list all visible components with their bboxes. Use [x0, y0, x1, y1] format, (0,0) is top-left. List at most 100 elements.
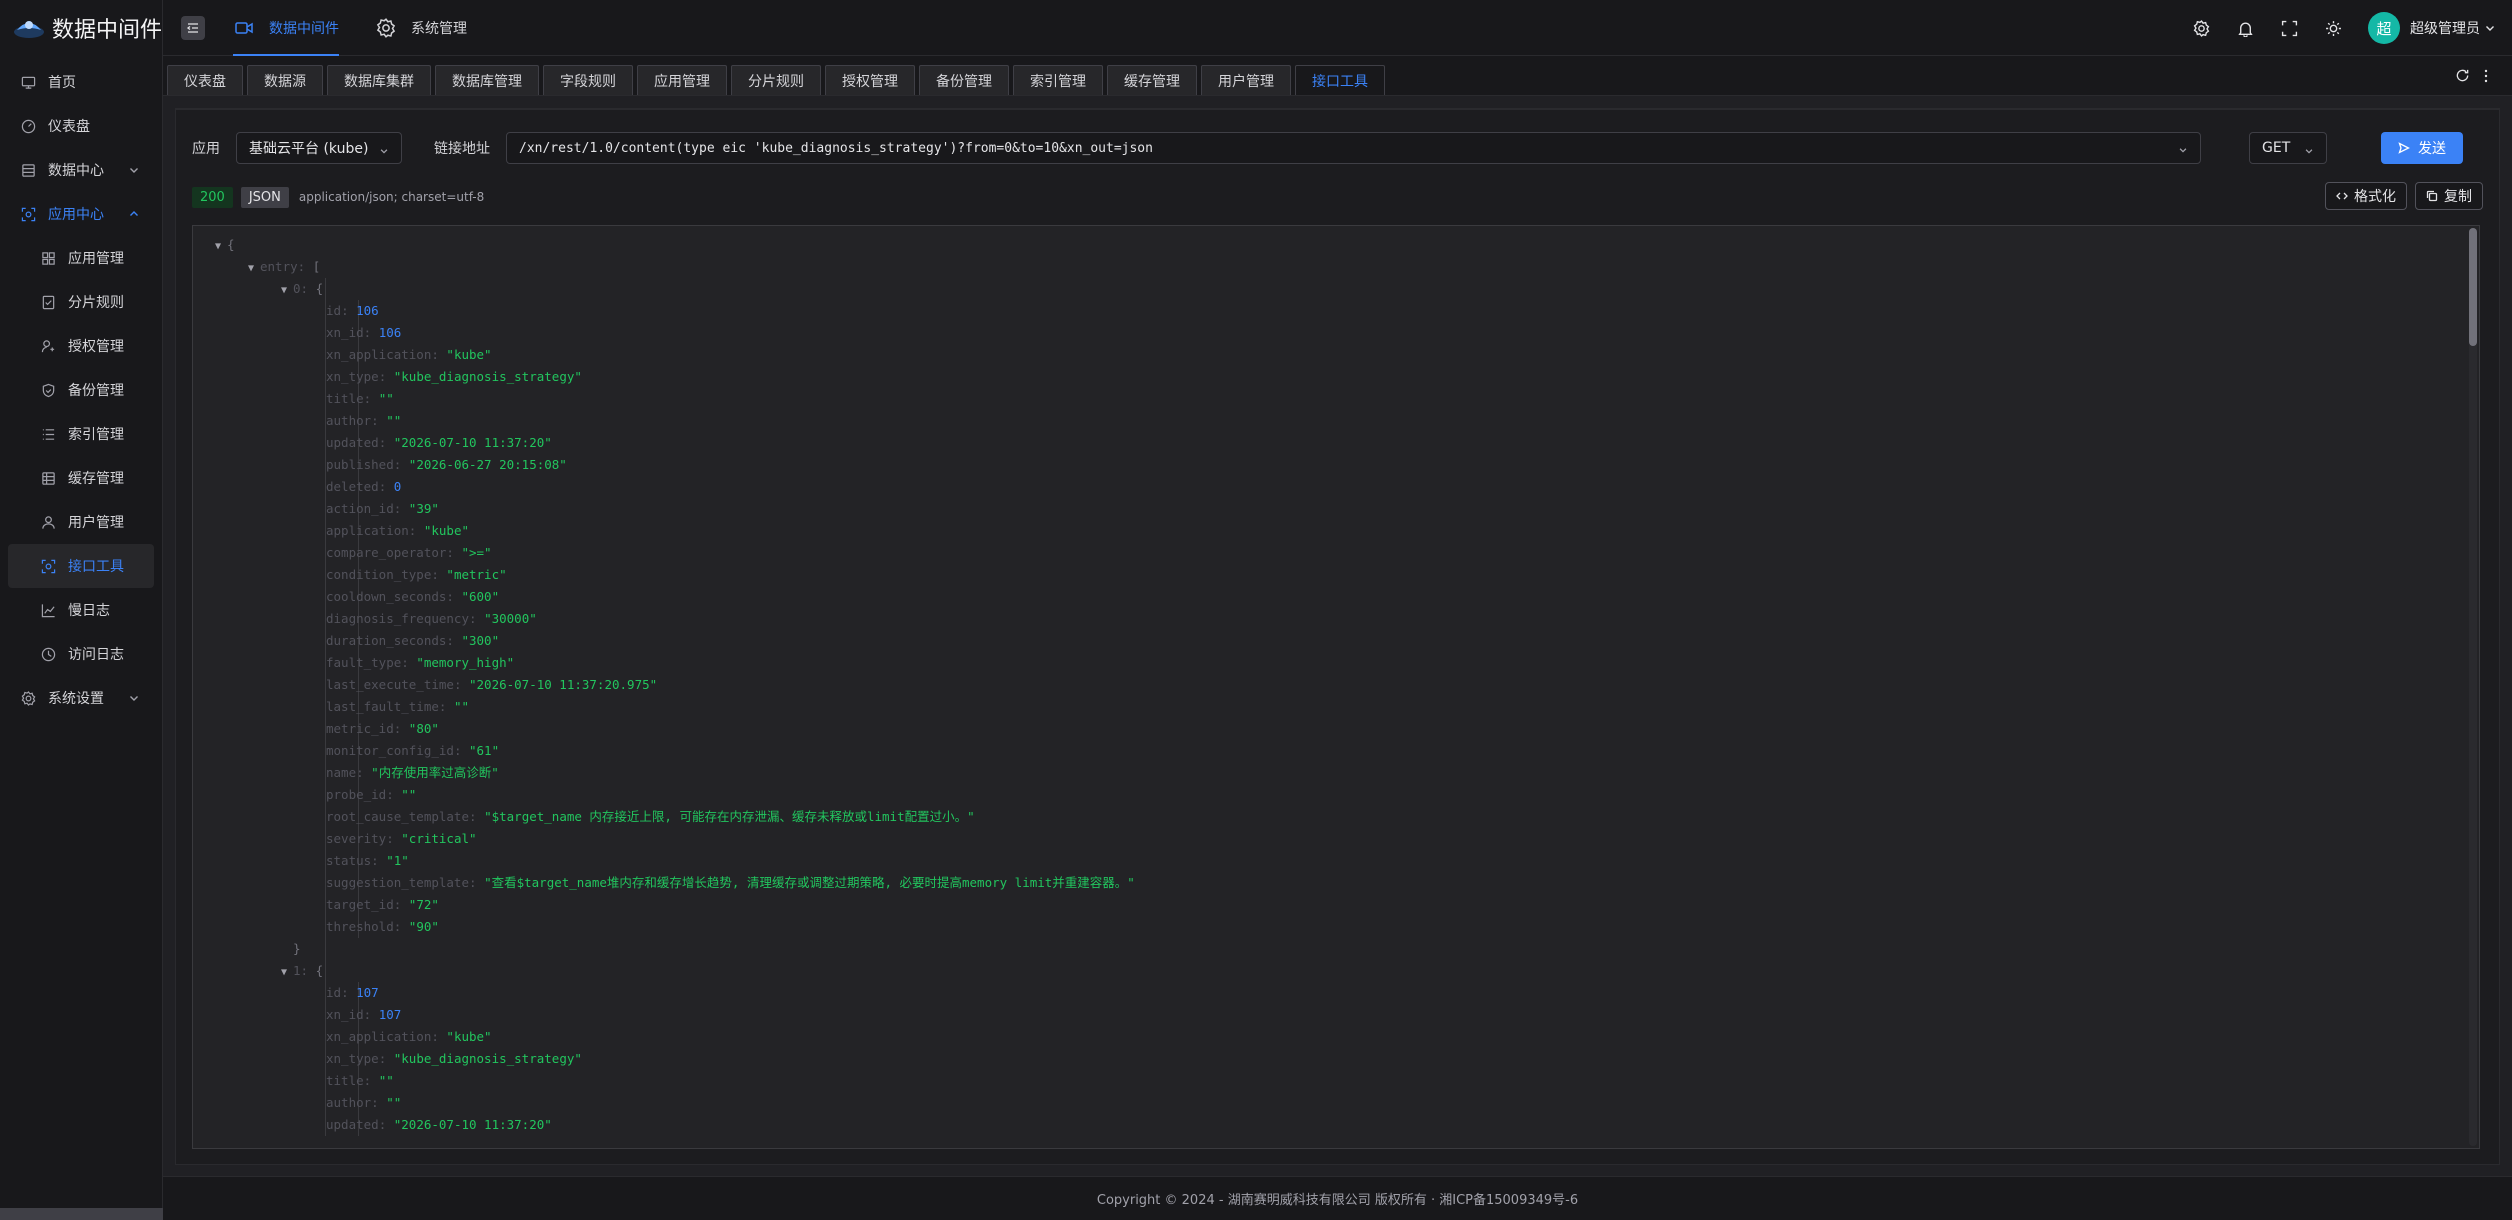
tab-api-tool[interactable]: 接口工具 [1295, 65, 1385, 95]
collapse-sidebar-button[interactable] [181, 15, 205, 40]
json-value: "" [378, 391, 394, 406]
sidebar-item-system-settings[interactable]: 系统设置 [0, 676, 162, 720]
sidebar-item-access-log[interactable]: 访问日志 [0, 632, 162, 676]
sidebar-item-label: 数据中心 [48, 163, 104, 179]
sidebar-item-label: 应用管理 [68, 251, 124, 267]
json-value: 107 [356, 985, 379, 1000]
json-scroll-thumb[interactable] [2469, 228, 2477, 346]
json-value: "" [401, 787, 417, 802]
fullscreen-icon[interactable] [2280, 19, 2298, 37]
json-key: : [453, 743, 469, 758]
json-punct: { [315, 281, 324, 296]
tab-shard-rules[interactable]: 分片规则 [731, 65, 821, 95]
json-key: target_id [326, 897, 394, 912]
nav-label: 数据中间件 [269, 20, 339, 37]
json-key: : [371, 853, 387, 868]
collapse-toggle-icon[interactable]: ▼ [215, 236, 227, 258]
user-menu[interactable]: 超级管理员 [2410, 18, 2496, 38]
json-key: fault_type [326, 655, 402, 670]
json-key: cooldown_seconds [326, 589, 447, 604]
json-key: : [371, 1095, 387, 1110]
url-input[interactable]: /xn/rest/1.0/content(type eic 'kube_diag… [506, 132, 2201, 164]
tab-index-management[interactable]: 索引管理 [1013, 65, 1103, 95]
format-button[interactable]: 格式化 [2325, 182, 2407, 210]
tab-auth-management[interactable]: 授权管理 [825, 65, 915, 95]
sidebar-item-slow-log[interactable]: 慢日志 [0, 588, 162, 632]
json-key: : [363, 1007, 379, 1022]
sidebar-item-app-management[interactable]: 应用管理 [0, 236, 162, 280]
collapse-toggle-icon[interactable]: ▼ [248, 258, 260, 280]
method-select[interactable]: GET [2249, 132, 2327, 164]
json-scrollbar[interactable] [2469, 228, 2477, 1146]
json-value: "600" [461, 589, 500, 604]
logo[interactable]: 数据中间件 [0, 0, 162, 56]
tab-datasource[interactable]: 数据源 [247, 65, 323, 95]
sidebar-item-shard-rules[interactable]: 分片规则 [0, 280, 162, 324]
sidebar-item-label: 访问日志 [68, 647, 124, 663]
json-key: status [326, 853, 372, 868]
sidebar-item-label: 索引管理 [68, 427, 124, 443]
json-key: 0 [293, 281, 301, 296]
json-viewer[interactable]: ▼{▼ entry: [▼ 0: {id: 106 xn_id: 106 xn_appl… [192, 225, 2480, 1149]
collapse-toggle-icon[interactable]: ▼ [281, 962, 293, 984]
header-actions: 超 超级管理员 [2192, 0, 2496, 56]
sidebar-menu: 首页 仪表盘 数据中心 应用中心 应用管理 分片规则 授权管理 备份管理 索引管… [0, 56, 162, 720]
sidebar-scrollbar[interactable] [0, 1208, 163, 1220]
settings-icon[interactable] [2192, 19, 2210, 37]
format-label: 格式化 [2354, 189, 2396, 205]
response-meta-row: 200 JSON application/json; charset=utf-8… [192, 182, 2483, 210]
sidebar-item-label: 授权管理 [68, 339, 124, 355]
sidebar-item-data-center[interactable]: 数据中心 [0, 148, 162, 192]
json-key: : [363, 1073, 379, 1088]
sun-icon[interactable] [2324, 19, 2342, 37]
json-value: "2026-06-27 20:15:08" [408, 457, 567, 472]
json-key: monitor_config_id [326, 743, 454, 758]
sidebar-item-auth-management[interactable]: 授权管理 [0, 324, 162, 368]
refresh-icon[interactable] [2455, 68, 2470, 87]
avatar[interactable]: 超 [2368, 12, 2400, 44]
json-value: "kube" [423, 523, 470, 538]
tab-bar: 仪表盘 数据源 数据库集群 数据库管理 字段规则 应用管理 分片规则 授权管理 … [163, 56, 2512, 96]
json-key: deleted [326, 479, 379, 494]
tab-cache-management[interactable]: 缓存管理 [1107, 65, 1197, 95]
send-button[interactable]: 发送 [2381, 132, 2463, 164]
json-key: : [378, 1051, 394, 1066]
json-key: : [401, 655, 417, 670]
json-key: action_id [326, 501, 394, 516]
sidebar-item-label: 分片规则 [68, 295, 124, 311]
nav-data-middleware[interactable]: 数据中间件 [233, 0, 339, 56]
sidebar-item-backup-management[interactable]: 备份管理 [0, 368, 162, 412]
tab-backup-management[interactable]: 备份管理 [919, 65, 1009, 95]
json-key: : [393, 721, 409, 736]
sidebar-item-home[interactable]: 首页 [0, 60, 162, 104]
sidebar-item-index-management[interactable]: 索引管理 [0, 412, 162, 456]
gear-icon [375, 17, 397, 39]
bell-icon[interactable] [2236, 19, 2254, 37]
tab-field-rules[interactable]: 字段规则 [543, 65, 633, 95]
tab-db-management[interactable]: 数据库管理 [435, 65, 539, 95]
collapse-toggle-icon[interactable]: ▼ [281, 280, 293, 302]
json-punct: } [293, 941, 301, 956]
tab-dashboard[interactable]: 仪表盘 [167, 65, 243, 95]
sidebar-item-cache-management[interactable]: 缓存管理 [0, 456, 162, 500]
tab-app-management[interactable]: 应用管理 [637, 65, 727, 95]
tab-user-management[interactable]: 用户管理 [1201, 65, 1291, 95]
json-value: "2026-07-10 11:37:20.975" [469, 677, 658, 692]
app-select[interactable]: 基础云平台 (kube) [236, 132, 402, 164]
json-key: : [431, 347, 447, 362]
copy-icon [2426, 190, 2438, 202]
sidebar-item-api-tool[interactable]: 接口工具 [8, 544, 154, 588]
tab-db-cluster[interactable]: 数据库集群 [327, 65, 431, 95]
json-key: condition_type [326, 567, 432, 582]
footer: Copyright © 2024 - 湖南赛明威科技有限公司 版权所有 · 湘I… [163, 1176, 2512, 1220]
sidebar-item-label: 应用中心 [48, 207, 104, 223]
more-vertical-icon[interactable] [2484, 69, 2488, 87]
json-key: : [469, 875, 485, 890]
copy-button[interactable]: 复制 [2415, 182, 2483, 210]
sidebar: 数据中间件 首页 仪表盘 数据中心 应用中心 应用管理 分片规则 授权管理 备份… [0, 0, 163, 1220]
nav-system-management[interactable]: 系统管理 [375, 0, 467, 56]
sidebar-item-user-management[interactable]: 用户管理 [0, 500, 162, 544]
sidebar-item-dashboard[interactable]: 仪表盘 [0, 104, 162, 148]
sidebar-item-app-center[interactable]: 应用中心 [0, 192, 162, 236]
history-icon [40, 646, 56, 662]
